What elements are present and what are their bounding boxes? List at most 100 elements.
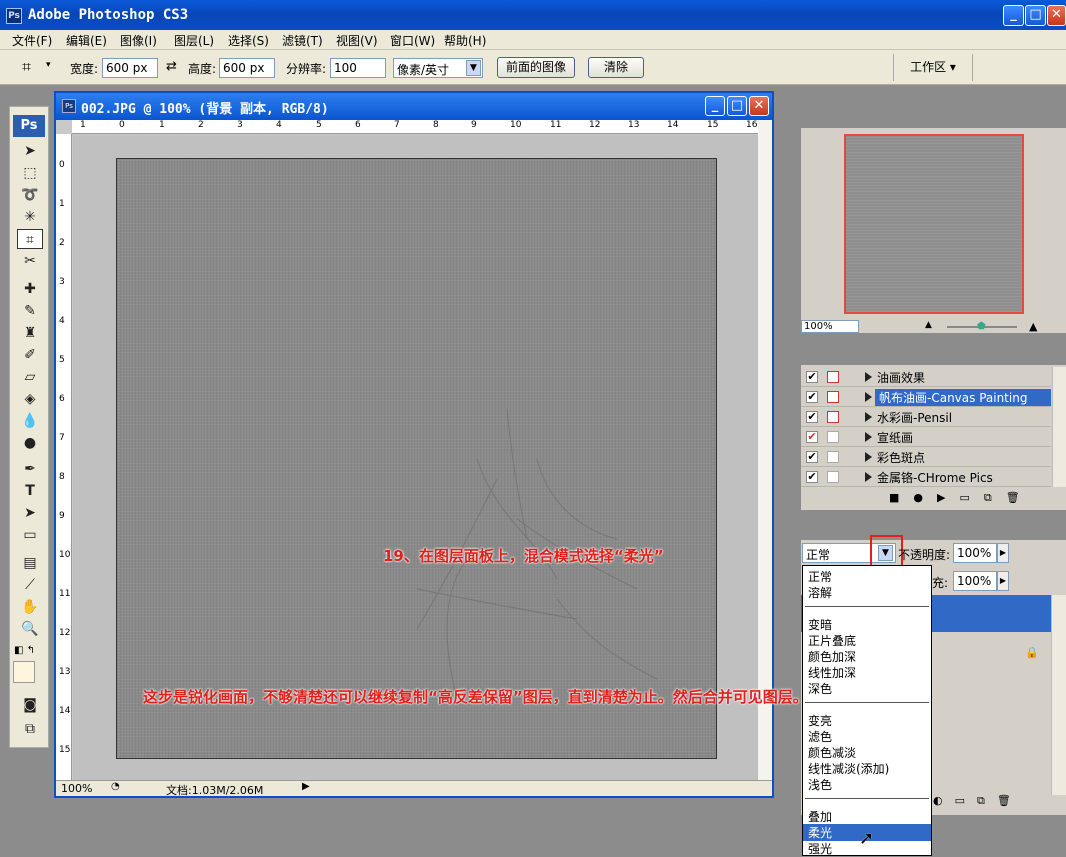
move-tool-icon[interactable]: ➤ xyxy=(17,141,43,161)
zoom-slider-thumb[interactable]: ⬟ xyxy=(977,321,986,332)
doc-close-button[interactable]: ✕ xyxy=(749,96,769,116)
navigator-zoom-input[interactable]: 100% xyxy=(801,320,859,333)
blur-tool-icon[interactable]: 💧 xyxy=(17,411,43,431)
expand-arrow-icon[interactable] xyxy=(865,452,872,462)
expand-arrow-icon[interactable] xyxy=(865,412,872,422)
healing-brush-tool-icon[interactable]: ✚ xyxy=(17,279,43,299)
workspace-button[interactable]: 工作区 ▾ xyxy=(893,54,973,81)
embossed-image[interactable] xyxy=(116,158,717,759)
screen-mode-icon[interactable]: ⧉ xyxy=(17,719,43,739)
foreground-color-swatch[interactable] xyxy=(13,661,35,683)
menu-help[interactable]: 帮助(H) xyxy=(444,32,486,49)
doc-minimize-button[interactable]: _ xyxy=(705,96,725,116)
expand-arrow-icon[interactable] xyxy=(865,432,872,442)
menu-file[interactable]: 文件(F) xyxy=(12,32,52,49)
action-toggle-checkbox[interactable]: ✔ xyxy=(806,411,818,423)
dialog-toggle-icon[interactable] xyxy=(827,411,839,423)
dialog-toggle-icon[interactable] xyxy=(827,451,839,463)
opacity-input[interactable]: 100% xyxy=(953,543,997,563)
maximize-button[interactable]: □ xyxy=(1025,5,1046,26)
action-toggle-checkbox[interactable]: ✔ xyxy=(806,391,818,403)
blend-option[interactable]: 浅色 xyxy=(808,776,832,793)
blend-mode-dropdown[interactable]: 正常 溶解 变暗 正片叠底 颜色加深 线性加深 深色 变亮 滤色 颜色减淡 线性… xyxy=(802,565,932,856)
menu-image[interactable]: 图像(I) xyxy=(120,32,157,49)
eraser-tool-icon[interactable]: ▱ xyxy=(17,367,43,387)
action-row[interactable]: ✔ 帆布油画-Canvas Painting xyxy=(801,387,1051,407)
status-arrow-icon[interactable]: ▶ xyxy=(302,781,310,792)
blend-option[interactable]: 颜色加深 xyxy=(808,648,856,665)
blend-option[interactable]: 滤色 xyxy=(808,728,832,745)
eyedropper-tool-icon[interactable]: ⟋ xyxy=(17,575,43,595)
width-input[interactable]: 600 px xyxy=(102,58,158,78)
menu-layer[interactable]: 图层(L) xyxy=(174,32,214,49)
marquee-tool-icon[interactable]: ⬚ xyxy=(17,163,43,183)
blend-option[interactable]: 正片叠底 xyxy=(808,632,856,649)
front-image-button[interactable]: 前面的图像 xyxy=(497,57,575,78)
menu-window[interactable]: 窗口(W) xyxy=(390,32,435,49)
action-toggle-checkbox[interactable]: ✔ xyxy=(806,451,818,463)
action-toggle-checkbox[interactable]: ✔ xyxy=(806,371,818,383)
dialog-toggle-icon[interactable] xyxy=(827,431,839,443)
expand-arrow-icon[interactable] xyxy=(865,392,872,402)
blend-option[interactable]: 变暗 xyxy=(808,616,832,633)
actions-scrollbar[interactable] xyxy=(1052,367,1066,487)
canvas-area[interactable] xyxy=(73,135,759,780)
blend-option[interactable]: 深色 xyxy=(808,680,832,697)
action-row[interactable]: ✔ 彩色斑点 xyxy=(801,447,1051,467)
zoom-in-icon[interactable]: ▲ xyxy=(1029,320,1037,333)
brush-tool-icon[interactable]: ✎ xyxy=(17,301,43,321)
clear-button[interactable]: 清除 xyxy=(588,57,644,78)
unit-select[interactable]: 像素/英寸 ▼ xyxy=(393,58,483,78)
swap-icon[interactable]: ⇄ xyxy=(166,59,177,74)
notes-tool-icon[interactable]: ▤ xyxy=(17,553,43,573)
opacity-arrow-icon[interactable]: ▶ xyxy=(997,543,1009,563)
fill-arrow-icon[interactable]: ▶ xyxy=(997,571,1009,591)
menu-select[interactable]: 选择(S) xyxy=(228,32,269,49)
minimize-button[interactable]: _ xyxy=(1003,5,1024,26)
zoom-out-icon[interactable]: ▲ xyxy=(925,320,932,330)
actions-footer-icons[interactable]: ■●▶▭⧉🗑 xyxy=(889,491,1034,505)
menu-edit[interactable]: 编辑(E) xyxy=(66,32,107,49)
blend-option[interactable]: 叠加 xyxy=(808,808,832,825)
blend-option[interactable]: 颜色减淡 xyxy=(808,744,856,761)
crop-tool-icon[interactable]: ⌗ xyxy=(17,229,43,249)
status-menu-icon[interactable]: ◔ xyxy=(111,781,120,792)
quick-mask-icon[interactable]: ◙ xyxy=(17,695,43,715)
path-select-tool-icon[interactable]: ➤ xyxy=(17,503,43,523)
stamp-tool-icon[interactable]: ♜ xyxy=(17,323,43,343)
type-tool-icon[interactable]: T xyxy=(17,481,43,501)
blend-option[interactable]: 强光 xyxy=(808,840,832,857)
fill-input[interactable]: 100% xyxy=(953,571,997,591)
history-brush-tool-icon[interactable]: ✐ xyxy=(17,345,43,365)
doc-maximize-button[interactable]: □ xyxy=(727,96,747,116)
blend-option[interactable]: 溶解 xyxy=(808,584,832,601)
blend-option[interactable]: 线性减淡(添加) xyxy=(808,760,889,777)
hand-tool-icon[interactable]: ✋ xyxy=(17,597,43,617)
resolution-input[interactable]: 100 xyxy=(330,58,386,78)
dodge-tool-icon[interactable]: ● xyxy=(17,433,43,453)
blend-option[interactable]: 正常 xyxy=(808,568,832,585)
action-row[interactable]: ✔ 宣纸画 xyxy=(801,427,1051,447)
dialog-toggle-icon[interactable] xyxy=(827,471,839,483)
crop-tool-icon[interactable]: ⌗ xyxy=(22,57,31,77)
action-row[interactable]: ✔ 水彩画-Pensil xyxy=(801,407,1051,427)
action-toggle-checkbox[interactable]: ✔ xyxy=(806,471,818,483)
default-colors-icon[interactable]: ◧ ↰ xyxy=(14,645,35,656)
lasso-tool-icon[interactable]: ➰ xyxy=(17,185,43,205)
tool-preset-chevron-icon[interactable]: ▾ xyxy=(46,60,51,70)
action-row[interactable]: ✔ 金属铬-CHrome Pics xyxy=(801,467,1051,487)
navigator-thumbnail[interactable] xyxy=(844,134,1024,314)
slice-tool-icon[interactable]: ✂ xyxy=(17,251,43,271)
height-input[interactable]: 600 px xyxy=(219,58,275,78)
action-row[interactable]: ✔ 油画效果 xyxy=(801,367,1051,387)
paint-bucket-tool-icon[interactable]: ◈ xyxy=(17,389,43,409)
blend-option[interactable]: 线性加深 xyxy=(808,664,856,681)
expand-arrow-icon[interactable] xyxy=(865,372,872,382)
layers-footer-icons[interactable]: ◐▭⧉🗑 xyxy=(933,794,1023,808)
magic-wand-tool-icon[interactable]: ✳ xyxy=(17,207,43,227)
layers-scrollbar[interactable] xyxy=(1051,595,1066,795)
dialog-toggle-icon[interactable] xyxy=(827,371,839,383)
pen-tool-icon[interactable]: ✒ xyxy=(17,459,43,479)
blend-option[interactable]: 变亮 xyxy=(808,712,832,729)
shape-tool-icon[interactable]: ▭ xyxy=(17,525,43,545)
